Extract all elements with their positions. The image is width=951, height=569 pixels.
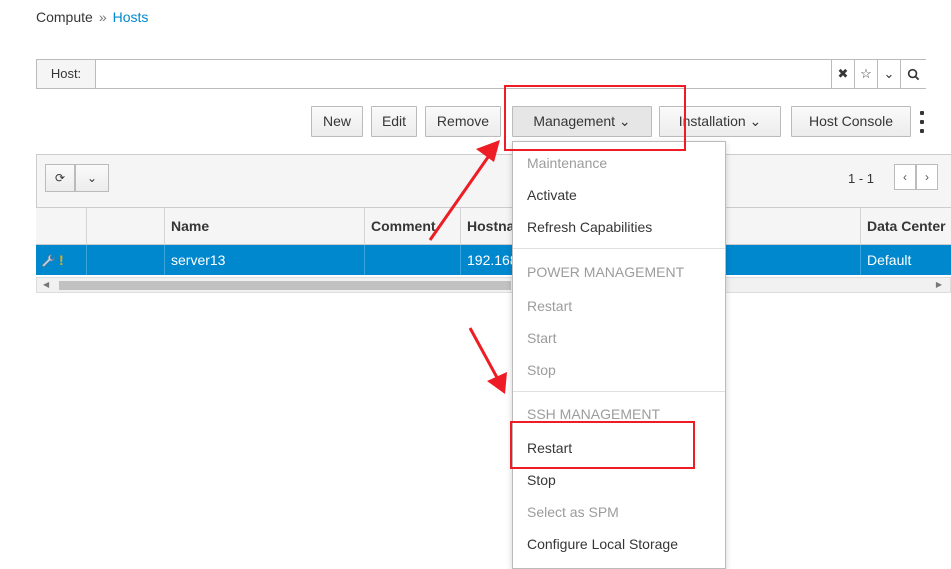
annotation-arrows xyxy=(428,140,507,394)
arrow-icon xyxy=(428,140,500,241)
arrow-icon xyxy=(468,327,507,394)
